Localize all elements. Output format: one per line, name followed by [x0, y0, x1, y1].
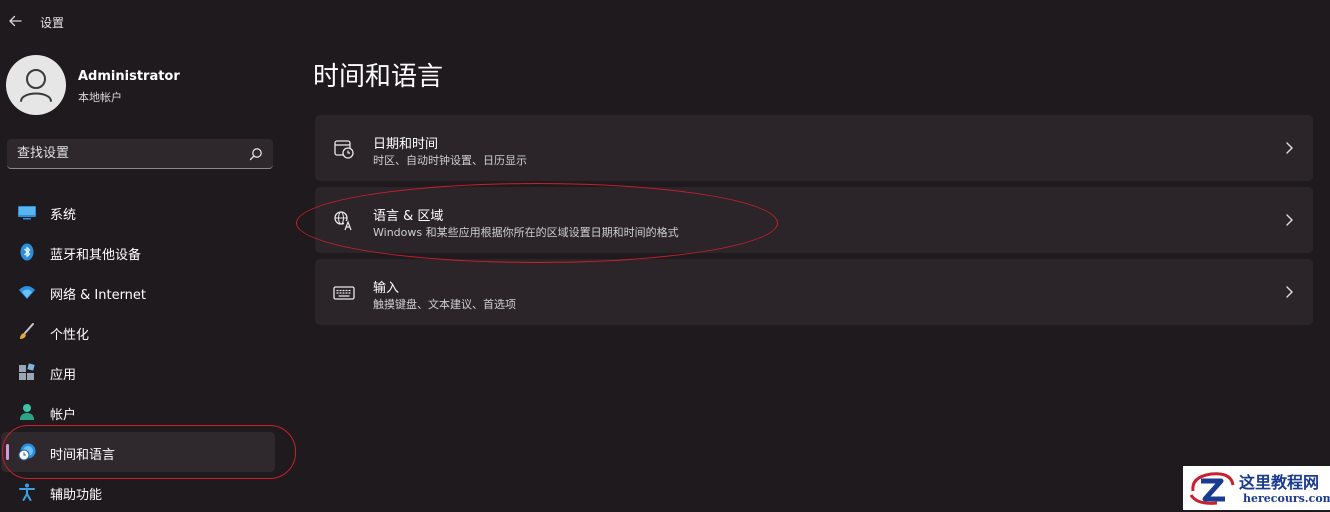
user-profile[interactable]: Administrator 本地帐户 [6, 55, 286, 115]
avatar[interactable] [6, 55, 66, 115]
sidebar-item-label: 应用 [50, 368, 77, 383]
sidebar-item-label: 系统 [50, 208, 77, 223]
search-icon[interactable] [249, 147, 263, 161]
account-type: 本地帐户 [78, 91, 122, 104]
calendar-clock-icon [334, 140, 354, 159]
search-box[interactable] [7, 139, 273, 169]
sidebar-item-label: 辅助功能 [50, 488, 103, 503]
sidebar-item-label: 网络 & Internet [50, 288, 147, 303]
profile-name: Administrator [78, 69, 180, 84]
card-typing[interactable]: 输入 触摸键盘、文本建议、首选项 [315, 259, 1313, 325]
watermark-url: herecours.com [1243, 492, 1330, 505]
title-bar: 设置 [0, 0, 300, 44]
wifi-icon [19, 286, 35, 299]
card-title: 日期和时间 [373, 137, 439, 152]
sidebar-item-accessibility[interactable]: 辅助功能 [1, 472, 275, 512]
watermark-name: 这里教程网 [1239, 473, 1320, 492]
card-date-time[interactable]: 日期和时间 时区、自动时钟设置、日历显示 [315, 115, 1313, 181]
keyboard-icon [333, 286, 355, 300]
sidebar-item-personalization[interactable]: 个性化 [1, 312, 275, 352]
watermark: 这里教程网 herecours.com [1183, 466, 1330, 510]
settings-cards: 日期和时间 时区、自动时钟设置、日历显示 语言 & 区域 Windows 和某些… [315, 115, 1313, 331]
sidebar-item-label: 帐户 [50, 408, 77, 423]
selection-indicator [6, 444, 9, 460]
sidebar-nav: 系统 蓝牙和其他设备 网络 & Internet 个性化 应用 帐户 时间和语言… [0, 192, 300, 512]
chevron-right-icon [1286, 214, 1293, 226]
card-title: 输入 [373, 281, 400, 296]
back-arrow-icon[interactable] [6, 12, 24, 30]
brush-icon [20, 323, 34, 339]
sidebar-item-label: 时间和语言 [50, 448, 116, 463]
card-subtitle: 时区、自动时钟设置、日历显示 [373, 154, 527, 167]
account-icon [20, 404, 34, 420]
monitor-icon [18, 206, 36, 220]
chevron-right-icon [1286, 142, 1293, 154]
sidebar-item-label: 个性化 [50, 328, 90, 343]
sidebar-item-time-language[interactable]: 时间和语言 [1, 432, 275, 472]
apps-icon [19, 363, 35, 380]
watermark-logo-icon [1189, 472, 1235, 505]
sidebar-item-accounts[interactable]: 帐户 [1, 392, 275, 432]
sidebar-item-system[interactable]: 系统 [1, 192, 275, 232]
card-subtitle: 触摸键盘、文本建议、首选项 [373, 298, 516, 311]
sidebar-item-apps[interactable]: 应用 [1, 352, 275, 392]
page-title: 时间和语言 [313, 62, 444, 92]
search-input[interactable] [7, 139, 243, 168]
sidebar-item-bluetooth[interactable]: 蓝牙和其他设备 [1, 232, 275, 272]
time-language-icon [18, 443, 36, 461]
sidebar-item-label: 蓝牙和其他设备 [50, 248, 142, 263]
card-title: 语言 & 区域 [373, 209, 444, 224]
card-subtitle: Windows 和某些应用根据你所在的区域设置日期和时间的格式 [373, 226, 679, 239]
chevron-right-icon [1286, 286, 1293, 298]
card-language-region[interactable]: 语言 & 区域 Windows 和某些应用根据你所在的区域设置日期和时间的格式 [315, 187, 1313, 253]
language-region-icon [334, 211, 354, 231]
user-icon [20, 69, 52, 102]
accessibility-icon [19, 483, 35, 501]
app-title: 设置 [40, 16, 65, 30]
sidebar-item-network[interactable]: 网络 & Internet [1, 272, 275, 312]
bluetooth-icon [20, 243, 34, 261]
